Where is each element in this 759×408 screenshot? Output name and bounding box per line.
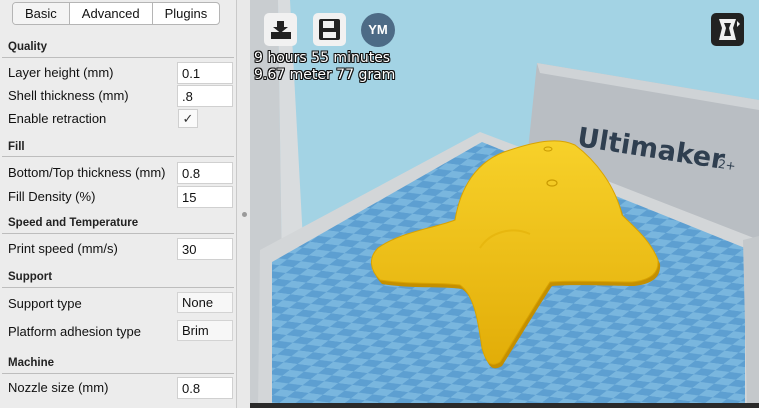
settings-tabs: Basic Advanced Plugins [12,2,221,25]
tab-basic[interactable]: Basic [13,3,70,24]
divider [2,373,234,374]
view-mode-button[interactable] [711,13,744,46]
print-speed-label: Print speed (mm/s) [8,241,118,256]
material-usage-text: 9.67 meter 77 gram [254,67,396,83]
print-speed-input[interactable] [177,238,233,260]
support-type-label: Support type [8,296,82,311]
nozzle-size-label: Nozzle size (mm) [8,380,109,395]
save-gcode-button[interactable] [313,13,346,46]
enable-retraction-label: Enable retraction [8,111,107,126]
save-icon [319,19,340,40]
section-quality-heading: Quality [8,41,47,53]
section-support-heading: Support [8,271,53,283]
section-machine-heading: Machine [8,357,55,369]
enable-retraction-checkbox[interactable]: ✓ [178,109,198,128]
section-fill-heading: Fill [8,141,25,153]
divider [2,57,234,58]
platform-adhesion-label: Platform adhesion type [8,324,141,339]
view-mode-icon [719,19,740,40]
tab-plugins[interactable]: Plugins [153,3,220,24]
printer-model-label: 2+ [717,156,737,174]
fill-density-input[interactable] [177,186,233,208]
divider [2,156,234,157]
tab-advanced[interactable]: Advanced [70,3,153,24]
support-type-select[interactable]: None [177,292,233,313]
section-speed-heading: Speed and Temperature [8,217,139,229]
shell-thickness-label: Shell thickness (mm) [8,88,129,103]
panel-splitter-handle[interactable] [242,212,247,217]
nozzle-size-input[interactable] [177,377,233,399]
platform-adhesion-select[interactable]: Brim [177,320,233,341]
bottom-top-thickness-input[interactable] [177,162,233,184]
shell-thickness-input[interactable] [177,85,233,107]
load-model-icon [271,21,291,39]
layer-height-input[interactable] [177,62,233,84]
load-model-button[interactable] [264,13,297,46]
divider [2,287,234,288]
print-time-text: 9 hours 55 minutes [254,50,391,66]
user-avatar[interactable]: YM [361,13,395,47]
settings-panel: Basic Advanced Plugins Quality Layer hei… [0,0,237,408]
divider [2,233,234,234]
bottom-top-thickness-label: Bottom/Top thickness (mm) [8,165,166,180]
layer-height-label: Layer height (mm) [8,65,114,80]
fill-density-label: Fill Density (%) [8,189,96,204]
